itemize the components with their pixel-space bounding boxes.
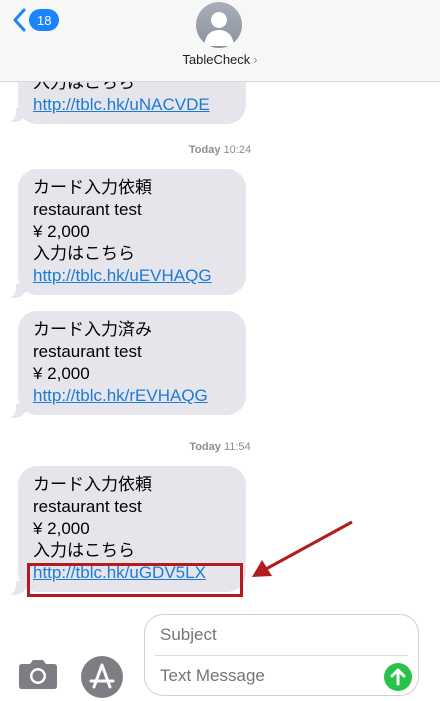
arrow-up-icon [390, 668, 406, 686]
annotation-arrow [252, 520, 353, 577]
unread-count-badge: 18 [29, 9, 60, 31]
message-composer [144, 614, 419, 696]
message-input[interactable] [160, 666, 375, 686]
app-store-button[interactable] [81, 656, 123, 698]
camera-icon [19, 660, 57, 689]
subject-field[interactable] [160, 625, 410, 645]
back-button[interactable]: 18 [12, 8, 60, 32]
send-button[interactable] [384, 663, 412, 691]
chevron-right-icon: › [253, 52, 258, 67]
contact-name-button[interactable]: TableCheck › [0, 52, 440, 67]
contact-avatar[interactable] [196, 2, 242, 48]
person-icon [204, 12, 234, 46]
chevron-left-icon [13, 8, 26, 32]
camera-button[interactable] [18, 658, 58, 695]
app-store-icon [89, 663, 115, 689]
conversation-header: 18 TableCheck › [0, 0, 440, 82]
contact-name: TableCheck [182, 52, 251, 67]
composer-divider [155, 655, 408, 656]
